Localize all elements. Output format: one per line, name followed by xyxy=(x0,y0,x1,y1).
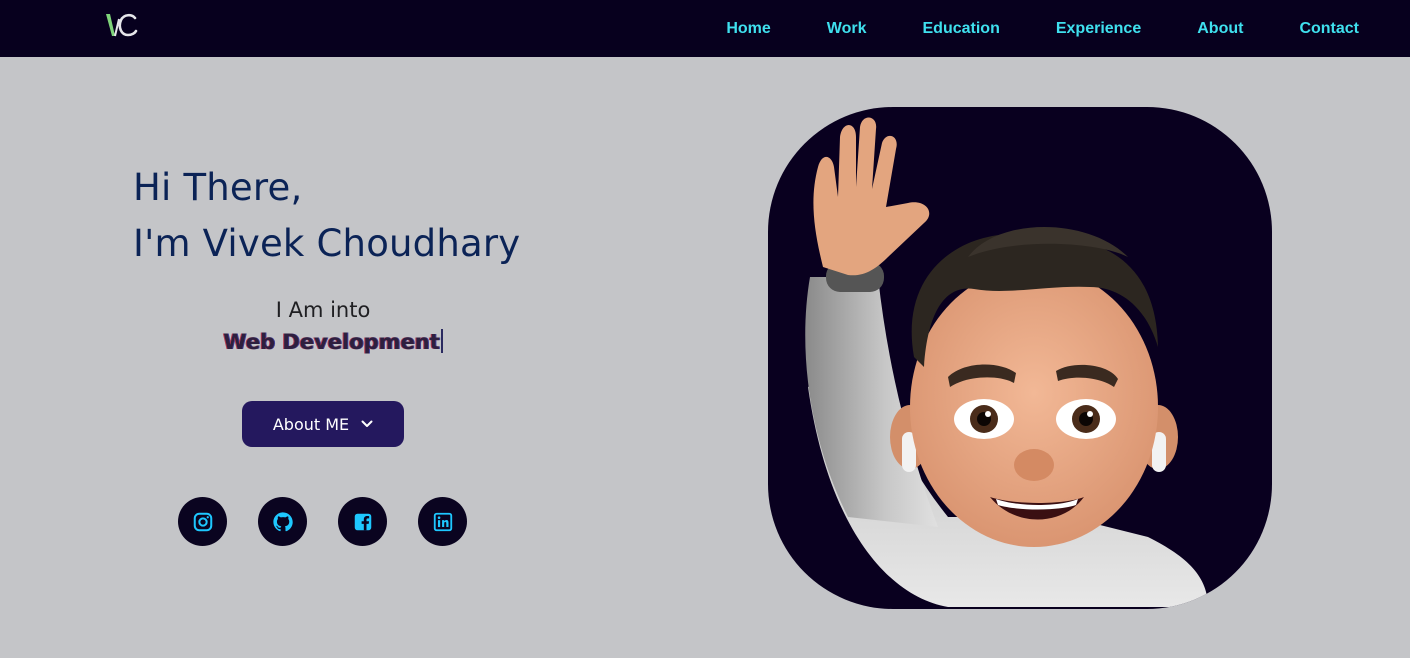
nav-link-education[interactable]: Education xyxy=(923,20,1000,38)
chevron-down-icon xyxy=(361,420,373,427)
instagram-icon xyxy=(193,512,212,531)
facebook-link[interactable] xyxy=(338,497,387,546)
memoji-waving-avatar xyxy=(768,107,1272,609)
hero-section: Hi There, I'm Vivek Choudhary I Am into … xyxy=(0,57,1410,658)
nav-links: Home Work Education Experience About Con… xyxy=(670,0,1359,57)
nav-link-work[interactable]: Work xyxy=(827,20,867,38)
github-link[interactable] xyxy=(258,497,307,546)
greeting-line-1: Hi There, xyxy=(133,166,303,209)
about-me-button-label: About ME xyxy=(272,414,350,434)
about-me-button[interactable]: About ME xyxy=(242,401,404,447)
typed-role: Web Development xyxy=(133,329,533,354)
linkedin-link[interactable] xyxy=(418,497,467,546)
hero-greeting: Hi There, I'm Vivek Choudhary xyxy=(133,160,520,272)
typing-cursor xyxy=(440,329,443,353)
instagram-link[interactable] xyxy=(178,497,227,546)
into-label: I Am into xyxy=(275,298,371,322)
nav-link-contact[interactable]: Contact xyxy=(1299,20,1359,38)
nav-link-home[interactable]: Home xyxy=(726,20,770,38)
greeting-line-2: I'm Vivek Choudhary xyxy=(133,222,521,265)
typed-role-text: Web Development xyxy=(223,330,440,354)
github-icon xyxy=(272,511,293,531)
vc-logo-icon[interactable] xyxy=(104,11,140,39)
navbar: Home Work Education Experience About Con… xyxy=(0,0,1410,57)
nav-link-experience[interactable]: Experience xyxy=(1056,20,1141,38)
linkedin-icon xyxy=(433,512,452,531)
social-links xyxy=(178,497,467,546)
nav-link-about[interactable]: About xyxy=(1197,20,1243,38)
facebook-icon xyxy=(354,513,371,530)
